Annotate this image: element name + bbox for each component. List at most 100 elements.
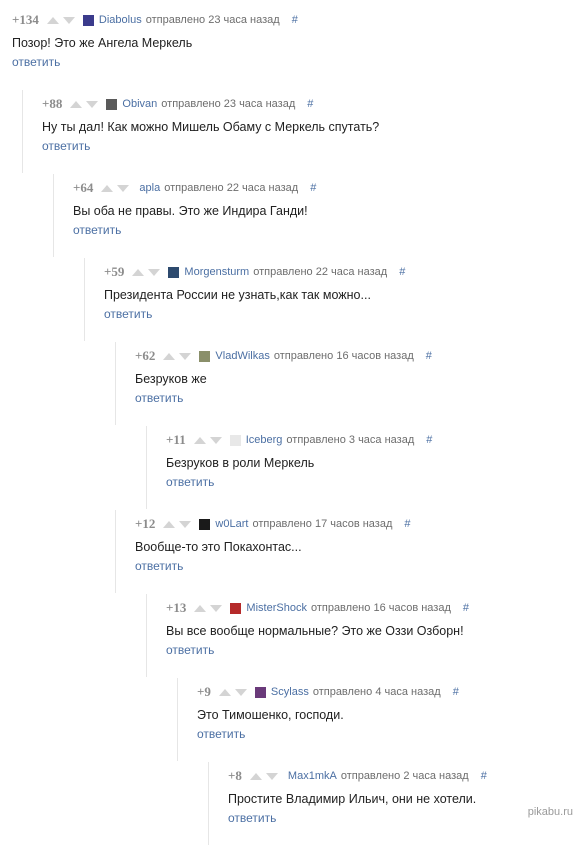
comment-username[interactable]: apla bbox=[139, 182, 160, 194]
comment-text: Это Тимошенко, господи. bbox=[197, 708, 344, 722]
downvote-arrow-icon[interactable] bbox=[210, 604, 223, 612]
reply-link[interactable]: ответить bbox=[73, 223, 121, 237]
comment-time: 22 часа назад bbox=[315, 266, 388, 278]
comment-username[interactable]: Obivan bbox=[122, 98, 157, 110]
comment-time: 22 часа назад bbox=[226, 182, 299, 194]
comment-username[interactable]: Iceberg bbox=[246, 434, 283, 446]
comment-permalink[interactable]: # bbox=[404, 518, 410, 530]
comment-username[interactable]: Scylass bbox=[271, 686, 309, 698]
upvote-arrow-icon[interactable] bbox=[132, 268, 145, 276]
comment-username[interactable]: Morgensturm bbox=[184, 266, 249, 278]
comment-5: +62 VladWilkas отправлено 16 часов назад… bbox=[115, 342, 579, 425]
upvote-arrow-icon[interactable] bbox=[163, 520, 176, 528]
comment-permalink[interactable]: # bbox=[399, 266, 405, 278]
downvote-arrow-icon[interactable] bbox=[179, 352, 192, 360]
user-avatar[interactable] bbox=[168, 266, 180, 278]
upvote-arrow-icon[interactable] bbox=[163, 352, 176, 360]
comment-text: Безруков в роли Меркель bbox=[166, 456, 315, 470]
comment-7: +12 w0Lart отправлено 17 часов назад # В… bbox=[115, 510, 579, 593]
downvote-arrow-icon[interactable] bbox=[209, 436, 222, 444]
user-avatar[interactable] bbox=[199, 518, 211, 530]
comment-sent-label: отправлено bbox=[273, 350, 334, 362]
user-avatar[interactable] bbox=[82, 14, 94, 26]
reply-link[interactable]: ответить bbox=[12, 55, 60, 69]
comment-permalink[interactable]: # bbox=[426, 434, 432, 446]
comment-header: +12 w0Lart отправлено 17 часов назад # bbox=[135, 514, 579, 534]
comment-text: Вы все вообще нормальные? Это же Оззи Оз… bbox=[166, 624, 464, 638]
reply-link[interactable]: ответить bbox=[135, 391, 183, 405]
comment-username[interactable]: MisterShock bbox=[246, 602, 307, 614]
comment-sent-label: отправлено bbox=[145, 14, 206, 26]
comment-permalink[interactable]: # bbox=[292, 14, 298, 26]
reply-link[interactable]: ответить bbox=[166, 475, 214, 489]
upvote-arrow-icon[interactable] bbox=[218, 688, 231, 696]
comment-header: +13 MisterShock отправлено 16 часов наза… bbox=[166, 598, 579, 618]
comment-time: 4 часа назад bbox=[375, 686, 441, 698]
comment-rating: +9 bbox=[197, 684, 211, 699]
comment-sent-label: отправлено bbox=[312, 686, 373, 698]
user-avatar[interactable] bbox=[199, 350, 211, 362]
comment-9: +9 Scylass отправлено 4 часа назад # Это… bbox=[177, 678, 579, 761]
comment-rating: +11 bbox=[166, 432, 186, 447]
comment-permalink[interactable]: # bbox=[463, 602, 469, 614]
comment-rating: +13 bbox=[166, 600, 187, 615]
downvote-arrow-icon[interactable] bbox=[234, 688, 247, 696]
comment-rating: +12 bbox=[135, 516, 156, 531]
comment-permalink[interactable]: # bbox=[481, 770, 487, 782]
comment-header: +9 Scylass отправлено 4 часа назад # bbox=[197, 682, 579, 702]
comment-sent-label: отправлено bbox=[340, 770, 401, 782]
user-avatar[interactable] bbox=[106, 98, 118, 110]
comment-text: Безруков же bbox=[135, 372, 207, 386]
upvote-arrow-icon[interactable] bbox=[249, 772, 262, 780]
comment-sent-label: отправлено bbox=[310, 602, 371, 614]
comment-sent-label: отправлено bbox=[253, 266, 313, 278]
comment-6: +11 Iceberg отправлено 3 часа назад # Бе… bbox=[146, 426, 579, 509]
comment-time: 16 часов назад bbox=[336, 350, 414, 362]
comment-3: +64 apla отправлено 22 часа назад # Вы о… bbox=[53, 174, 579, 257]
upvote-arrow-icon[interactable] bbox=[194, 604, 207, 612]
comment-header: +8 Max1mkA отправлено 2 часа назад # bbox=[228, 766, 579, 786]
comment-username[interactable]: Diabolus bbox=[99, 14, 142, 26]
reply-link[interactable]: ответить bbox=[135, 559, 183, 573]
comment-rating: +62 bbox=[135, 348, 156, 363]
comment-time: 23 часа назад bbox=[208, 14, 280, 26]
reply-link[interactable]: ответить bbox=[166, 643, 214, 657]
downvote-arrow-icon[interactable] bbox=[265, 772, 278, 780]
downvote-arrow-icon[interactable] bbox=[86, 100, 99, 108]
comment-permalink[interactable]: # bbox=[453, 686, 459, 698]
comment-time: 17 часов назад bbox=[314, 518, 393, 530]
comment-permalink[interactable]: # bbox=[426, 350, 432, 362]
user-avatar[interactable] bbox=[254, 686, 266, 698]
comment-sent-label: отправлено bbox=[286, 434, 346, 446]
upvote-arrow-icon[interactable] bbox=[70, 100, 83, 108]
reply-link[interactable]: ответить bbox=[42, 139, 90, 153]
downvote-arrow-icon[interactable] bbox=[62, 16, 75, 24]
comment-time: 3 часа назад bbox=[348, 434, 415, 446]
comment-rating: +88 bbox=[42, 96, 63, 111]
comment-text: Позор! Это же Ангела Меркель bbox=[12, 36, 193, 50]
upvote-arrow-icon[interactable] bbox=[193, 436, 206, 444]
downvote-arrow-icon[interactable] bbox=[117, 184, 130, 192]
downvote-arrow-icon[interactable] bbox=[179, 520, 192, 528]
upvote-arrow-icon[interactable] bbox=[101, 184, 114, 192]
reply-link[interactable]: ответить bbox=[197, 727, 245, 741]
downvote-arrow-icon[interactable] bbox=[148, 268, 161, 276]
reply-link[interactable]: ответить bbox=[228, 811, 276, 825]
comment-rating: +59 bbox=[104, 264, 125, 279]
user-avatar[interactable] bbox=[229, 434, 241, 446]
reply-link[interactable]: ответить bbox=[104, 307, 152, 321]
comment-username[interactable]: w0Lart bbox=[215, 518, 248, 530]
comment-sent-label: отправлено bbox=[164, 182, 224, 194]
comment-sent-label: отправлено bbox=[161, 98, 221, 110]
upvote-arrow-icon[interactable] bbox=[46, 16, 59, 24]
comment-permalink[interactable]: # bbox=[307, 98, 313, 110]
comment-header: +11 Iceberg отправлено 3 часа назад # bbox=[166, 430, 579, 450]
comment-username[interactable]: Max1mkA bbox=[288, 770, 337, 782]
comment-text: Простите Владимир Ильич, они не хотели. bbox=[228, 792, 477, 806]
site-watermark: pikabu.ru bbox=[527, 806, 573, 818]
comment-text: Вы оба не правы. Это же Индира Ганди! bbox=[73, 204, 308, 218]
comment-permalink[interactable]: # bbox=[310, 182, 316, 194]
comment-8: +13 MisterShock отправлено 16 часов наза… bbox=[146, 594, 579, 677]
user-avatar[interactable] bbox=[230, 602, 242, 614]
comment-username[interactable]: VladWilkas bbox=[215, 350, 269, 362]
